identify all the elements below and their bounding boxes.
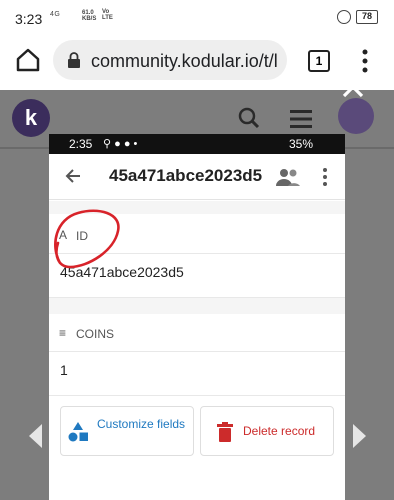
record-title: 45a471abce2023d5 xyxy=(109,166,263,185)
lightbox-image: 2:35 ⚲ ● ● • 35% 45a471abce2023d5 A ID 4… xyxy=(49,134,345,500)
previous-arrow-icon[interactable] xyxy=(26,422,46,450)
customize-fields-button[interactable]: Customize fields xyxy=(60,406,194,456)
field-label: COINS xyxy=(76,327,115,341)
lock-icon xyxy=(67,52,81,68)
site-logo: k xyxy=(12,99,50,137)
inner-status-bar: 2:35 ⚲ ● ● • 35% xyxy=(49,134,345,154)
people-icon[interactable] xyxy=(275,167,301,187)
inner-status-time: 2:35 xyxy=(69,137,93,151)
network-indicator: 4G xyxy=(50,11,61,18)
field-value: 1 xyxy=(60,362,68,378)
volte-indicator: Vo LTE xyxy=(102,9,113,21)
inner-battery: 35% xyxy=(289,137,314,151)
inner-notification-icons: ⚲ ● ● • xyxy=(103,138,138,150)
section-spacer xyxy=(49,201,345,214)
more-vert-icon[interactable] xyxy=(322,167,328,187)
rotation-lock-icon xyxy=(337,10,351,24)
next-arrow-icon[interactable] xyxy=(349,422,369,450)
customize-fields-label: Customize fields xyxy=(97,417,186,431)
shapes-icon xyxy=(67,421,89,443)
field-value-id[interactable]: 45a471abce2023d5 xyxy=(49,246,345,298)
tab-switcher-button[interactable]: 1 xyxy=(308,50,330,72)
browser-toolbar: community.kodular.io/t/l 1 xyxy=(0,34,394,90)
record-app-bar: 45a471abce2023d5 xyxy=(49,154,345,200)
network-speed: 61.0 KB/S xyxy=(82,10,96,22)
volte-bottom: LTE xyxy=(102,15,113,21)
delete-record-label: Delete record xyxy=(243,424,316,438)
close-icon[interactable] xyxy=(340,74,366,100)
text-field-icon: A xyxy=(59,228,68,242)
hamburger-icon xyxy=(290,110,312,128)
delete-record-button[interactable]: Delete record xyxy=(200,406,334,456)
profile-avatar xyxy=(338,98,374,134)
network-speed-unit: KB/S xyxy=(82,16,97,22)
battery-indicator: 78 xyxy=(356,10,378,24)
field-value-coins[interactable]: 1 xyxy=(49,344,345,396)
phone-status-bar: 3:23 4G 61.0 KB/S Vo LTE 78 xyxy=(0,0,394,34)
address-bar[interactable]: community.kodular.io/t/l xyxy=(53,40,287,80)
field-value: 45a471abce2023d5 xyxy=(60,264,184,280)
status-time: 3:23 xyxy=(15,11,43,27)
field-label: ID xyxy=(76,229,88,243)
url-text[interactable]: community.kodular.io/t/l xyxy=(91,51,283,72)
more-vert-icon[interactable] xyxy=(362,49,368,73)
back-arrow-icon[interactable] xyxy=(65,168,81,184)
search-icon xyxy=(238,107,260,129)
number-field-icon: ≡ xyxy=(59,326,67,340)
trash-icon xyxy=(217,422,233,442)
home-icon[interactable] xyxy=(14,46,42,74)
